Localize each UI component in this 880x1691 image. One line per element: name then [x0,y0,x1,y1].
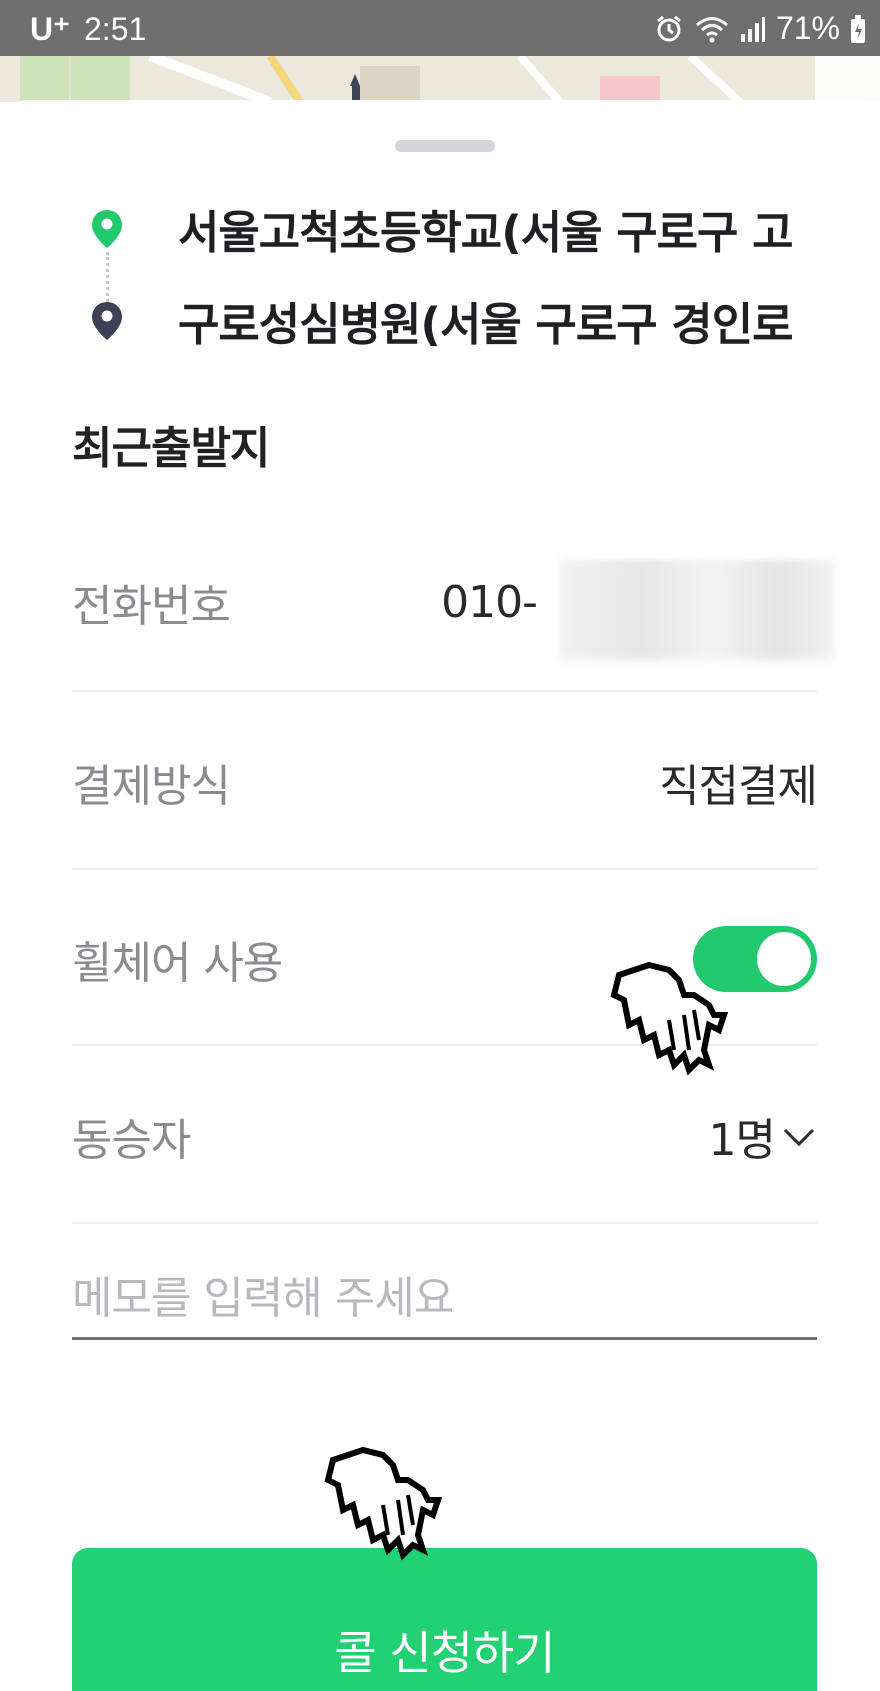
divider [72,690,817,692]
redacted-phone-blur [560,560,835,660]
companion-value: 1명 [708,1115,776,1166]
divider [72,1222,817,1224]
memo-input[interactable] [72,1260,817,1340]
chevron-down-icon [783,1128,815,1147]
wheelchair-label: 휠체어 사용 [72,938,283,989]
bottom-sheet: 서울고척초등학교(서울 구로구 고 구로성심병원(서울 구로구 경인로 최근출발… [0,100,880,1691]
carrier-label: U⁺ [30,11,70,47]
signal-icon [740,14,766,44]
destination-row[interactable]: 구로성심병원(서울 구로구 경인로 [90,288,850,353]
destination-pin-icon [92,301,122,340]
companion-select[interactable]: 1명 [709,1104,817,1168]
alarm-icon [654,14,684,44]
status-left: U⁺ 2:51 [30,10,146,48]
payment-label: 결제방식 [72,761,231,812]
origin-text: 서울고척초등학교(서울 구로구 고 [178,206,794,259]
divider [72,868,817,870]
clock: 2:51 [84,11,147,47]
phone-value: 010- [441,576,538,628]
companion-row[interactable]: 동승자 1명 [72,1104,817,1168]
recent-departures-title[interactable]: 최근출발지 [72,412,270,476]
toggle-knob [757,932,811,986]
battery-icon [850,14,866,44]
map-background[interactable] [0,56,880,102]
battery-percent: 71% [775,10,840,46]
hand-pointer-icon [324,1446,443,1561]
destination-text: 구로성심병원(서울 구로구 경인로 [178,298,794,351]
origin-pin-icon [92,209,122,248]
status-bar: U⁺ 2:51 71% [0,0,880,56]
drag-handle[interactable] [395,140,495,152]
status-right: 71% [654,10,866,47]
hand-pointer-icon [610,961,729,1076]
payment-value[interactable]: 직접결제 [659,750,818,814]
companion-label: 동승자 [72,1115,191,1166]
phone-label: 전화번호 [72,581,231,632]
origin-row[interactable]: 서울고척초등학교(서울 구로구 고 [90,196,850,261]
wifi-icon [694,14,730,44]
payment-row[interactable]: 결제방식 직접결제 [72,750,818,814]
